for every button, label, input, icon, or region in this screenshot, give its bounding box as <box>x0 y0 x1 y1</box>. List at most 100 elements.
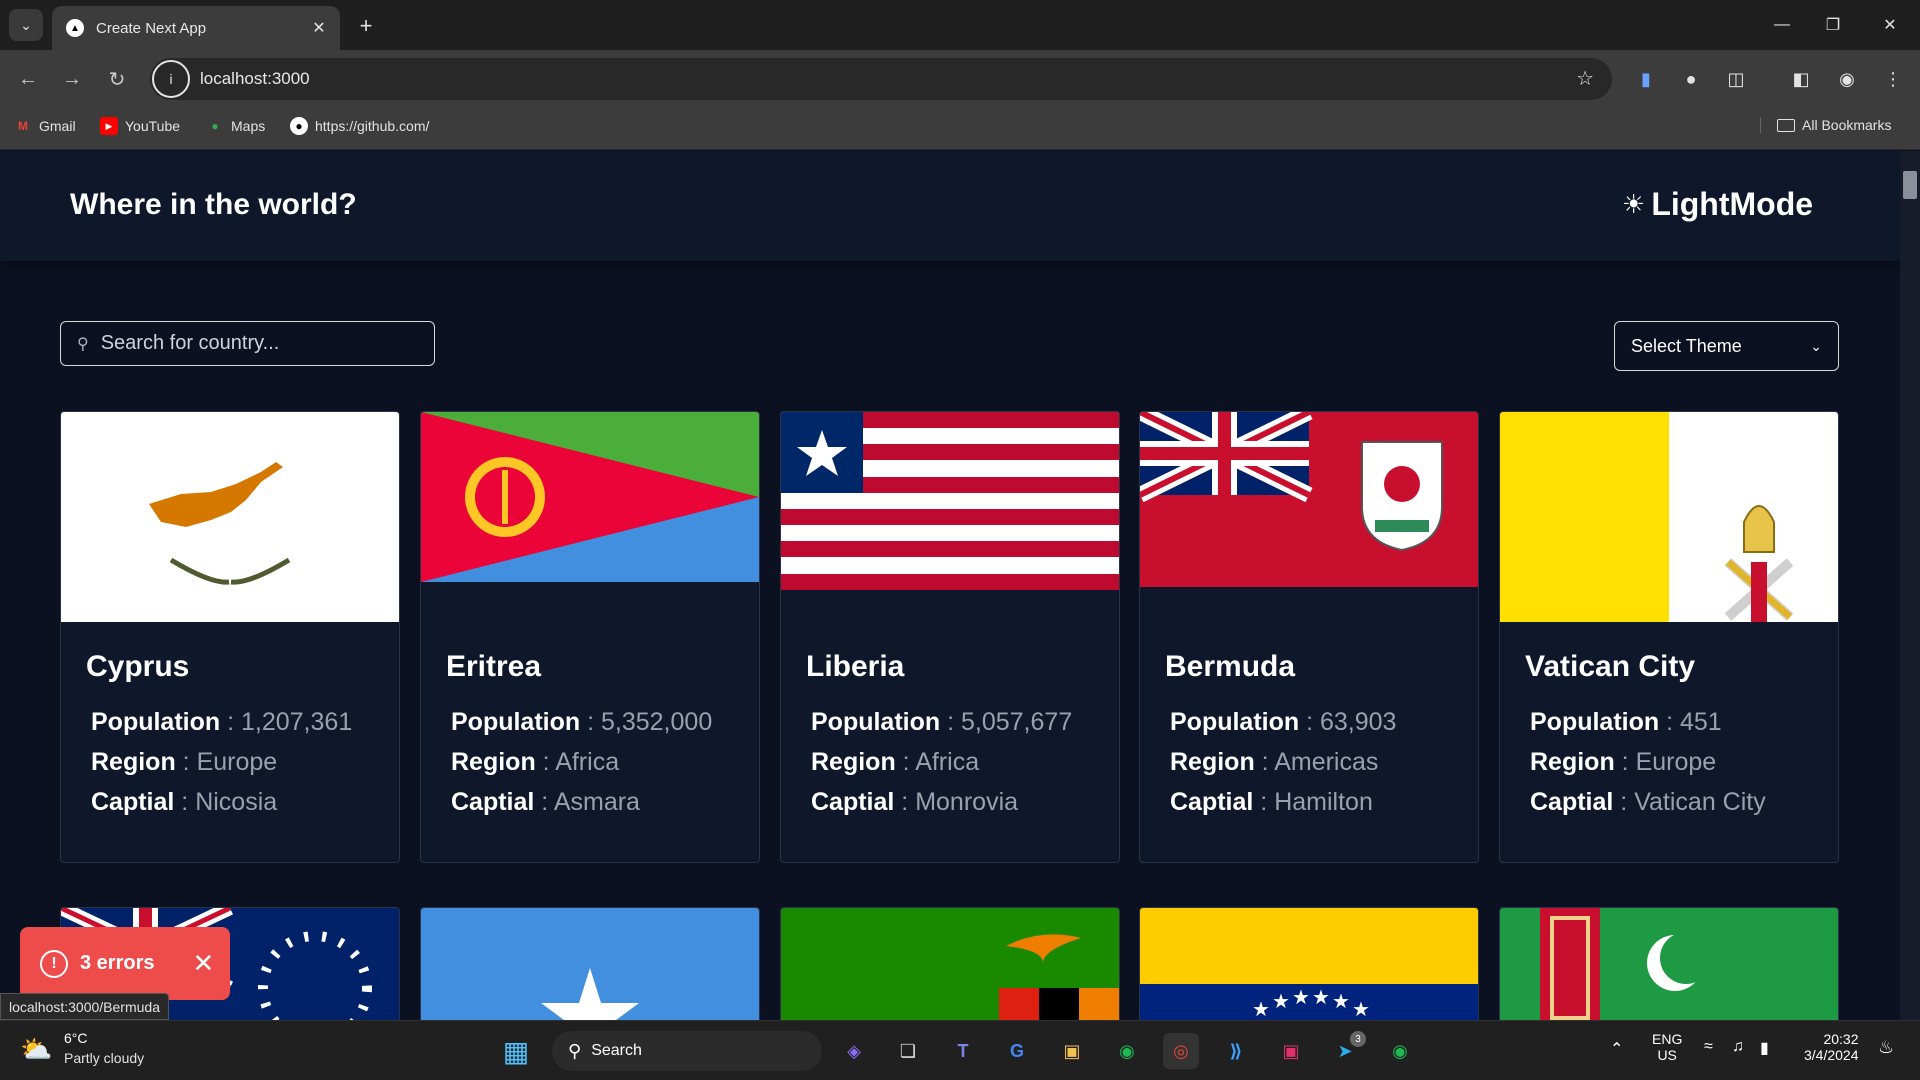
error-toast[interactable]: ! 3 errors ✕ <box>20 927 230 1000</box>
chevron-up-icon[interactable]: ⌃ <box>1610 1039 1623 1059</box>
spotify-icon[interactable]: ◉ <box>1109 1033 1145 1069</box>
nextjs-favicon-icon: ▲ <box>66 19 84 37</box>
country-card-liberia[interactable]: Liberia Population : 5,057,677 Region : … <box>780 411 1120 863</box>
language-indicator[interactable]: ENG US <box>1652 1031 1682 1063</box>
scrollbar-thumb[interactable] <box>1903 171 1917 199</box>
search-icon: ⚲ <box>77 335 89 353</box>
taskbar-search[interactable]: ⚲ Search <box>552 1031 822 1071</box>
country-card-eritrea[interactable]: Eritrea Population : 5,352,000 Region : … <box>420 411 760 863</box>
country-name: Cyprus <box>86 650 190 683</box>
spotify-icon[interactable]: ◉ <box>1382 1033 1418 1069</box>
country-card-turkmenistan[interactable] <box>1499 907 1839 1020</box>
bookmark-label: https://github.com/ <box>315 118 430 134</box>
region-row: Region : Europe <box>1530 748 1717 776</box>
tab-title: Create Next App <box>96 19 207 37</box>
theme-select[interactable]: Select Theme ⌄ <box>1614 321 1839 371</box>
region-code: US <box>1657 1047 1677 1063</box>
vscode-icon[interactable]: ⟫ <box>1218 1033 1254 1069</box>
window-close-icon[interactable]: ✕ <box>1870 10 1910 40</box>
search-icon: ⚲ <box>568 1040 582 1061</box>
instagram-icon[interactable]: ▣ <box>1273 1033 1309 1069</box>
bookmark-maps[interactable]: ● Maps <box>206 117 265 135</box>
bookmark-youtube[interactable]: ▶ YouTube <box>100 117 180 135</box>
svg-text:★: ★ <box>1272 989 1290 1013</box>
date: 3/4/2024 <box>1804 1047 1859 1063</box>
bookmark-github[interactable]: ● https://github.com/ <box>290 117 429 135</box>
minimize-icon[interactable]: — <box>1762 10 1802 40</box>
country-name: Eritrea <box>446 650 542 683</box>
weather-icon[interactable]: ⛅ <box>20 1034 52 1065</box>
country-name: Bermuda <box>1165 650 1296 683</box>
close-icon[interactable]: ✕ <box>193 948 215 979</box>
capital-row: Captial : Asmara <box>451 788 640 816</box>
country-card-cyprus[interactable]: Cyprus Population : 1,207,361 Region : E… <box>60 411 400 863</box>
search-box[interactable]: ⚲ <box>60 321 435 366</box>
flag-cyprus <box>61 412 399 622</box>
bookmark-gmail[interactable]: M Gmail <box>14 117 76 135</box>
reload-icon[interactable]: ↻ <box>102 64 132 94</box>
flag-venezuela: ★ ★ ★ ★ ★ ★ <box>1140 908 1478 1020</box>
sun-icon: ☀ <box>1622 189 1646 219</box>
population-row: Population : 5,352,000 <box>451 708 713 736</box>
region-row: Region : Europe <box>91 748 278 776</box>
taskbar-search-label: Search <box>591 1042 642 1059</box>
capital-row: Captial : Vatican City <box>1530 788 1766 816</box>
clock[interactable]: 20:32 3/4/2024 <box>1804 1031 1859 1063</box>
site-info-icon[interactable]: i <box>152 60 190 98</box>
docs-extension-icon[interactable]: ▮ <box>1633 66 1659 92</box>
battery-icon[interactable]: ▮ <box>1760 1038 1769 1058</box>
file-explorer-icon[interactable]: ▣ <box>1054 1033 1090 1069</box>
region-row: Region : Americas <box>1170 748 1379 776</box>
side-panel-icon[interactable]: ◧ <box>1788 66 1814 92</box>
notification-bell-icon[interactable]: ♨ <box>1878 1037 1894 1058</box>
country-card-bermuda[interactable]: Bermuda Population : 63,903 Region : Ame… <box>1139 411 1479 863</box>
copilot-icon[interactable]: ◈ <box>836 1033 872 1069</box>
page-scrollbar[interactable] <box>1900 151 1920 1020</box>
account-avatar-icon[interactable]: ◉ <box>1834 66 1860 92</box>
population-row: Population : 1,207,361 <box>91 708 353 736</box>
active-tab[interactable]: ▲ Create Next App ✕ <box>52 6 340 50</box>
app-header: Where in the world? ☀ LightMode <box>0 151 1900 261</box>
menu-kebab-icon[interactable]: ⋮ <box>1880 66 1906 92</box>
country-card-vatican-city[interactable]: Vatican City Population : 451 Region : E… <box>1499 411 1839 863</box>
address-bar[interactable]: i localhost:3000 ☆ <box>150 58 1612 100</box>
wifi-icon[interactable]: ≈ <box>1704 1038 1713 1056</box>
all-bookmarks[interactable]: All Bookmarks <box>1760 117 1891 133</box>
flag-turkmenistan <box>1500 908 1838 1020</box>
task-view-icon[interactable]: ❏ <box>890 1033 926 1069</box>
capital-row: Captial : Monrovia <box>811 788 1019 816</box>
tab-close-icon[interactable]: ✕ <box>308 17 330 39</box>
search-input[interactable] <box>100 332 401 355</box>
temperature: 6°C <box>64 1030 88 1046</box>
chrome-icon[interactable]: ◎ <box>1163 1033 1199 1069</box>
bookmark-label: Gmail <box>39 118 76 134</box>
capital-row: Captial : Nicosia <box>91 788 278 816</box>
extensions-puzzle-icon[interactable]: ◫ <box>1723 66 1749 92</box>
svg-text:★: ★ <box>1252 997 1270 1020</box>
country-card-somalia[interactable] <box>420 907 760 1020</box>
flag-eritrea <box>421 412 759 622</box>
windows-start-icon[interactable]: ▦ <box>498 1033 534 1069</box>
bookmark-label: YouTube <box>125 118 181 134</box>
back-icon[interactable]: ← <box>13 64 43 94</box>
maps-icon: ● <box>211 119 219 133</box>
theme-mode-toggle[interactable]: ☀ LightMode <box>1622 186 1813 223</box>
new-tab-icon[interactable]: + <box>352 12 380 40</box>
bookmark-star-icon[interactable]: ☆ <box>1576 66 1594 91</box>
error-icon: ! <box>40 949 68 978</box>
teams-icon[interactable]: T <box>945 1033 981 1069</box>
restore-icon[interactable]: ❐ <box>1813 10 1853 40</box>
country-card-zambia[interactable] <box>780 907 1120 1020</box>
profile-extension-icon[interactable]: ● <box>1678 66 1704 92</box>
country-card-venezuela[interactable]: ★ ★ ★ ★ ★ ★ <box>1139 907 1479 1020</box>
folder-icon <box>1777 118 1795 132</box>
translate-icon[interactable]: G <box>999 1033 1035 1069</box>
population-row: Population : 5,057,677 <box>811 708 1073 736</box>
url-text: localhost:3000 <box>200 69 310 88</box>
browser-toolbar: ← → ↻ i localhost:3000 ☆ ▮ ● ◫ ◧ ◉ ⋮ <box>0 50 1920 108</box>
svg-text:★: ★ <box>1312 985 1330 1009</box>
forward-icon[interactable]: → <box>57 64 87 94</box>
volume-icon[interactable]: ♫ <box>1732 1038 1744 1056</box>
tab-search-dropdown-icon[interactable]: ⌄ <box>9 9 43 41</box>
country-name: Liberia <box>806 650 905 683</box>
